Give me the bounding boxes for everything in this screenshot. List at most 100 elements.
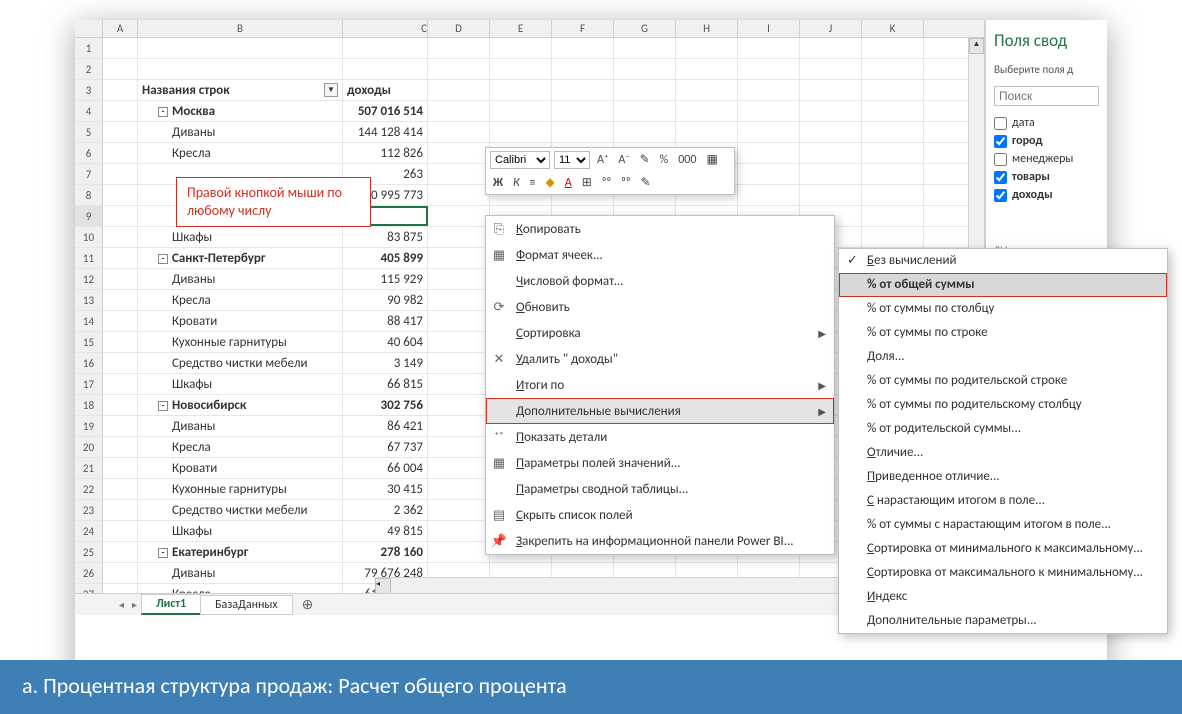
cell[interactable]	[428, 500, 490, 520]
cell[interactable]	[490, 38, 552, 58]
col-header[interactable]: D	[428, 20, 490, 37]
cell[interactable]	[428, 185, 490, 205]
cell[interactable]	[428, 395, 490, 415]
context-menu-item[interactable]: Сортировка▶	[486, 320, 834, 346]
cell[interactable]	[428, 458, 490, 478]
tab-nav-next-icon[interactable]: ▸	[128, 598, 141, 611]
submenu-item[interactable]: % от суммы по строке	[839, 321, 1167, 345]
field-checkbox[interactable]	[994, 189, 1007, 202]
cell[interactable]	[428, 269, 490, 289]
cell[interactable]	[676, 80, 738, 100]
cell[interactable]: Названия строк▼	[138, 80, 343, 100]
cell[interactable]	[103, 248, 138, 268]
cell[interactable]	[103, 458, 138, 478]
cell[interactable]	[614, 59, 676, 79]
collapse-icon[interactable]: -	[158, 107, 168, 117]
cell[interactable]	[800, 164, 862, 184]
row-header[interactable]: 16	[75, 353, 103, 373]
cell[interactable]	[800, 143, 862, 163]
row-header[interactable]: 20	[75, 437, 103, 457]
cell[interactable]	[103, 332, 138, 352]
cell[interactable]	[428, 437, 490, 457]
cell[interactable]	[428, 416, 490, 436]
cell[interactable]	[428, 290, 490, 310]
cell[interactable]: Кухонные гарнитуры	[138, 479, 343, 499]
cell[interactable]: Шкафы	[138, 521, 343, 541]
row-header[interactable]: 11	[75, 248, 103, 268]
cell[interactable]	[490, 122, 552, 142]
cell[interactable]: Диваны	[138, 269, 343, 289]
cell[interactable]: -Москва	[138, 101, 343, 121]
cell[interactable]	[428, 332, 490, 352]
cell[interactable]	[552, 80, 614, 100]
field-checkbox[interactable]	[994, 171, 1007, 184]
scroll-left-icon[interactable]: ◂	[375, 578, 391, 594]
format-icon[interactable]: ✎	[638, 175, 654, 190]
cell[interactable]	[428, 59, 490, 79]
cell[interactable]	[428, 164, 490, 184]
cell[interactable]	[103, 500, 138, 520]
cell[interactable]	[103, 227, 138, 247]
decrease-decimal-icon[interactable]: ⁰⁰	[618, 176, 633, 190]
cell[interactable]: Средство чистки мебели	[138, 500, 343, 520]
row-header[interactable]: 2	[75, 59, 103, 79]
cell[interactable]	[676, 59, 738, 79]
cell[interactable]	[676, 101, 738, 121]
cell[interactable]	[738, 185, 800, 205]
cell[interactable]	[428, 122, 490, 142]
cell[interactable]	[103, 353, 138, 373]
cell[interactable]: 278 160	[343, 542, 428, 562]
cell[interactable]: 66 815	[343, 374, 428, 394]
bold-icon[interactable]: Ж	[490, 176, 506, 190]
field-checkbox[interactable]	[994, 135, 1007, 148]
submenu-item[interactable]: ✓Без вычислений	[839, 249, 1167, 273]
cell[interactable]: -Новосибирск	[138, 395, 343, 415]
cell[interactable]	[103, 521, 138, 541]
cell[interactable]	[428, 353, 490, 373]
context-menu-item[interactable]: ▦Формат ячеек...	[486, 242, 834, 268]
cell[interactable]	[862, 38, 924, 58]
cell[interactable]	[103, 80, 138, 100]
cell[interactable]: 405 899	[343, 248, 428, 268]
cell[interactable]: 86 421	[343, 416, 428, 436]
italic-icon[interactable]: К	[510, 176, 523, 190]
cell[interactable]: 90 982	[343, 290, 428, 310]
cell[interactable]	[738, 38, 800, 58]
borders-icon[interactable]: ▦	[703, 152, 720, 167]
cell[interactable]	[428, 101, 490, 121]
borders-icon[interactable]: ⊞	[579, 175, 595, 190]
cell[interactable]: 2 362	[343, 500, 428, 520]
cell[interactable]	[103, 374, 138, 394]
cell[interactable]	[862, 185, 924, 205]
cell[interactable]	[428, 227, 490, 247]
cell[interactable]	[138, 38, 343, 58]
cell[interactable]	[800, 59, 862, 79]
cell[interactable]: 112 826	[343, 143, 428, 163]
cell[interactable]: 507 016 514	[343, 101, 428, 121]
cell[interactable]: 144 128 414	[343, 122, 428, 142]
cell[interactable]	[552, 122, 614, 142]
context-menu-item[interactable]: ⟳Обновить	[486, 294, 834, 320]
row-header[interactable]: 3	[75, 80, 103, 100]
submenu-item[interactable]: Сортировка от максимального к минимально…	[839, 561, 1167, 585]
cell[interactable]	[428, 311, 490, 331]
context-menu-item[interactable]: ▤Скрыть список полей	[486, 502, 834, 528]
cell[interactable]	[738, 122, 800, 142]
cell[interactable]	[138, 59, 343, 79]
field-item[interactable]: менеджеры	[994, 152, 1099, 166]
context-menu-item[interactable]: Дополнительные вычисления▶	[486, 398, 834, 424]
field-item[interactable]: дата	[994, 116, 1099, 130]
cell[interactable]	[103, 269, 138, 289]
row-header[interactable]: 13	[75, 290, 103, 310]
context-menu-item[interactable]: ✕Удалить " доходы"	[486, 346, 834, 372]
cell[interactable]: Кресла	[138, 437, 343, 457]
decrease-font-icon[interactable]: A⁻	[615, 153, 632, 167]
cell[interactable]: Диваны	[138, 563, 343, 583]
collapse-icon[interactable]: -	[158, 401, 168, 411]
cell[interactable]	[428, 143, 490, 163]
cell[interactable]	[800, 80, 862, 100]
row-header[interactable]: 14	[75, 311, 103, 331]
row-header[interactable]: 22	[75, 479, 103, 499]
collapse-icon[interactable]: -	[158, 548, 168, 558]
font-color-icon[interactable]: A	[562, 176, 575, 190]
